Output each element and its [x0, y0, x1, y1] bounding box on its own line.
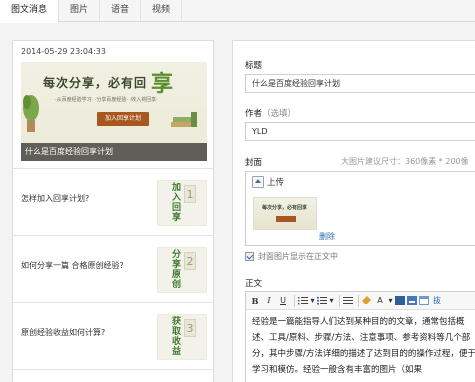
italic-button[interactable]: I — [263, 294, 275, 308]
thumb-text: 获取收益 — [172, 317, 182, 357]
underline-button[interactable]: U — [277, 294, 289, 308]
editor-toolbar: B I U ▾ ▾ A ▾ 抜 — [246, 292, 475, 310]
author-input[interactable]: YLD — [245, 122, 475, 141]
cover-size-hint: 大图片建议尺寸：360像素 * 200像 — [341, 157, 469, 166]
mini-thumb-button-shape — [276, 216, 296, 222]
highlight-icon[interactable] — [395, 296, 405, 305]
bold-button[interactable]: B — [249, 294, 261, 308]
cover-upload-box: 上传 每次分享，必有回享 删除 — [245, 171, 475, 246]
list-item[interactable]: 如何分享一篇 合格原创经验? 分享原创 2 — [13, 236, 213, 303]
align-icon[interactable] — [343, 296, 353, 305]
image-insert-icon[interactable] — [407, 296, 417, 305]
article-preview-list: 2014-05-29 23:04:33 每次分享，必有回 享 ·从百度经验学习·… — [12, 40, 214, 382]
body-label: 正文 — [245, 279, 263, 289]
font-color-button[interactable]: A — [374, 294, 386, 308]
upload-button[interactable]: 上传 — [252, 176, 284, 188]
cover-label: 封面 — [245, 158, 263, 168]
tab-video[interactable]: 视频 — [141, 0, 183, 22]
thumb-number: 3 — [184, 319, 196, 337]
banner-subtitle: ·从百度经验学习· ·分享百度经验· ·收入将回享· — [55, 97, 158, 103]
cover-caption: 什么是百度经验回享计划 — [21, 143, 207, 161]
list-item[interactable]: 怎样加入回享计划? 加入回享 1 — [13, 169, 213, 236]
cover-article[interactable]: 2014-05-29 23:04:33 每次分享，必有回 享 ·从百度经验学习·… — [13, 41, 213, 169]
body-editor[interactable]: B I U ▾ ▾ A ▾ 抜 经验是一篇能指导人们达到某种目的的文章，通常包括… — [245, 291, 475, 382]
author-optional-note: （选填） — [262, 109, 297, 119]
table-icon[interactable] — [419, 296, 429, 305]
title-label: 标题 — [245, 61, 263, 71]
extra-button[interactable]: 抜 — [431, 294, 443, 308]
item-thumbnail: 加入回享 1 — [157, 180, 207, 226]
item-question: 原创经验收益如何计算? — [21, 328, 106, 337]
chevron-down-icon[interactable]: ▾ — [388, 294, 393, 308]
thumb-text: 加入回享 — [172, 183, 182, 223]
unordered-list-icon[interactable] — [317, 296, 327, 305]
show-cover-checkbox[interactable] — [245, 252, 254, 261]
banner-join-button: 加入回享计划 — [97, 112, 149, 126]
item-thumbnail: 分享原创 2 — [157, 247, 207, 293]
author-label: 作者（选填） — [245, 109, 297, 119]
item-question: 怎样加入回享计划? — [21, 194, 90, 203]
thumb-number: 2 — [184, 252, 196, 270]
tab-voice[interactable]: 语音 — [100, 0, 142, 22]
item-thumbnail: 获取收益 3 — [157, 314, 207, 360]
thumb-text: 分享原创 — [172, 250, 182, 290]
item-question: 如何分享一篇 合格原创经验? — [21, 261, 124, 270]
mini-thumb-text: 每次分享，必有回享 — [262, 205, 308, 211]
upload-icon — [252, 176, 264, 188]
tab-bar: 图文消息 图片 语音 视频 — [0, 0, 475, 23]
thumb-number: 1 — [184, 185, 196, 203]
body-text[interactable]: 经验是一篇能指导人们达到某种目的的文章，通常包括概述、工具/原料、步骤/方法、注… — [246, 310, 475, 382]
show-cover-label: 封面图片显示在正文中 — [258, 252, 338, 261]
tab-news[interactable]: 图文消息 — [0, 0, 60, 23]
chevron-down-icon[interactable]: ▾ — [310, 294, 315, 308]
tab-image[interactable]: 图片 — [59, 0, 101, 22]
plant-illustration — [23, 95, 39, 132]
cover-banner-image: 每次分享，必有回 享 ·从百度经验学习· ·分享百度经验· ·收入将回享· 加入… — [21, 62, 207, 161]
title-input[interactable]: 什么是百度经验回享计划 — [245, 74, 475, 93]
article-edit-form: 标题 什么是百度经验回享计划 作者（选填） YLD 封面 大图片建议尺寸：360… — [232, 40, 475, 382]
eraser-icon[interactable] — [362, 296, 372, 305]
banner-big-char: 享 — [151, 71, 174, 97]
ordered-list-icon[interactable] — [298, 296, 308, 305]
list-item[interactable]: 原创经验收益如何计算? 获取收益 3 — [13, 303, 213, 370]
cover-timestamp: 2014-05-29 23:04:33 — [21, 47, 106, 56]
show-cover-in-body-option[interactable]: 封面图片显示在正文中 — [245, 251, 338, 262]
upload-label: 上传 — [267, 178, 285, 188]
books-illustration — [171, 112, 197, 127]
delete-cover-link[interactable]: 删除 — [319, 231, 335, 242]
cover-thumbnail: 每次分享，必有回享 — [253, 197, 317, 230]
chevron-down-icon[interactable]: ▾ — [329, 294, 334, 308]
banner-title: 每次分享，必有回 — [43, 76, 148, 90]
